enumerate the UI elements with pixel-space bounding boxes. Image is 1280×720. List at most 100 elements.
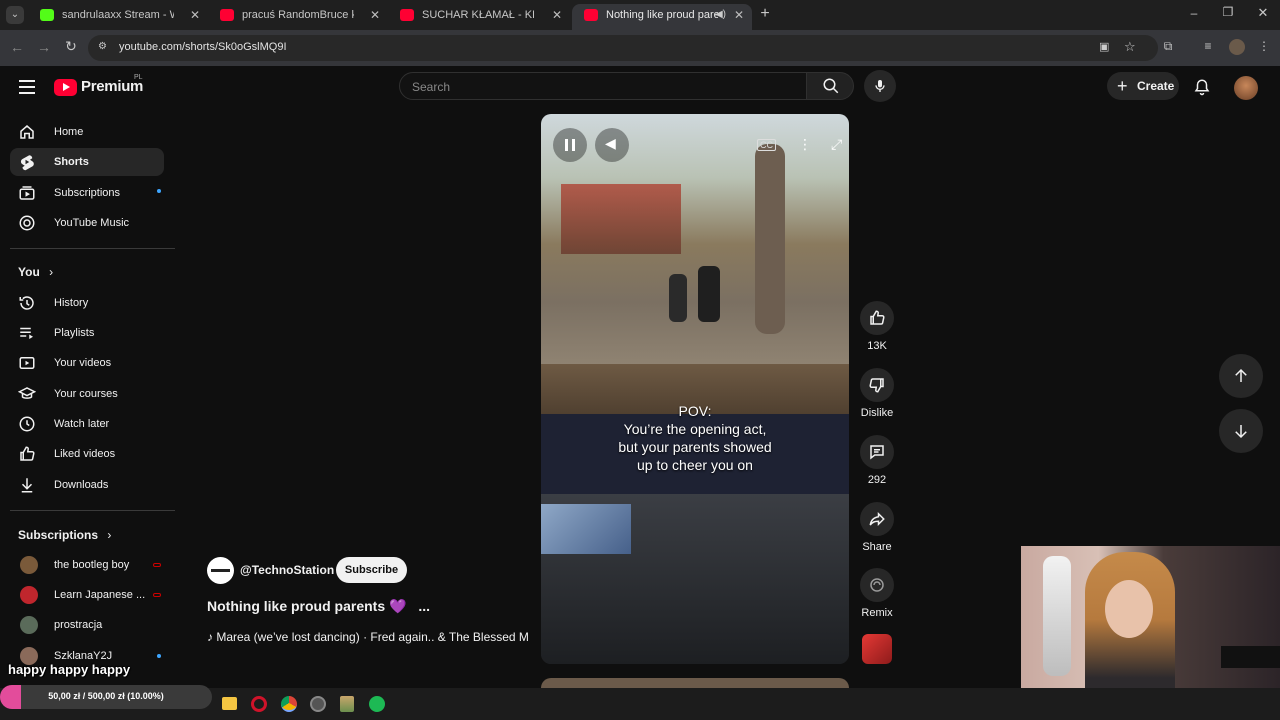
you-section-title[interactable]: You › bbox=[18, 265, 53, 279]
new-content-dot bbox=[157, 654, 161, 658]
browser-tab[interactable]: SUCHAR KŁAMAŁ - KICK PŁACI ZA ✕ bbox=[388, 4, 570, 30]
sidebar-item-home[interactable]: Home bbox=[10, 118, 164, 146]
subscriptions-section-title[interactable]: Subscriptions › bbox=[18, 528, 111, 542]
arrow-up-icon bbox=[1235, 368, 1247, 382]
donation-goal-text: 50,00 zł / 500,00 zł (10.00%) bbox=[48, 691, 164, 701]
captions-icon[interactable]: CC bbox=[757, 139, 776, 151]
sidebar-divider bbox=[10, 248, 175, 249]
share-button[interactable] bbox=[860, 502, 894, 536]
sound-thumbnail[interactable] bbox=[862, 634, 892, 664]
browser-tab-strip: ⌄ sandrulaaxx Stream - Watch Live o ✕ pr… bbox=[0, 0, 1280, 30]
like-button[interactable] bbox=[860, 301, 894, 335]
search-input[interactable]: Search bbox=[399, 72, 807, 100]
live-indicator-icon bbox=[153, 563, 161, 567]
chevron-right-icon: › bbox=[49, 265, 54, 279]
browser-tab[interactable]: sandrulaaxx Stream - Watch Live o ✕ bbox=[28, 4, 208, 30]
music-credit[interactable]: ♪ Marea (we’ve lost dancing) · Fred agai… bbox=[207, 630, 528, 644]
next-short-button[interactable] bbox=[1219, 409, 1263, 453]
youtube-logo[interactable]: Premium PL bbox=[54, 74, 154, 100]
video-scene-building bbox=[561, 184, 681, 254]
thumbs-down-icon bbox=[869, 378, 884, 393]
browser-toolbar: ← → ↻ ⚙ youtube.com/shorts/Sk0oGslMQ9I ▣… bbox=[0, 30, 1280, 66]
webcam-person-face bbox=[1105, 580, 1153, 638]
close-tab-icon[interactable]: ✕ bbox=[552, 4, 562, 26]
previous-short-button[interactable] bbox=[1219, 354, 1263, 398]
dislike-button[interactable] bbox=[860, 368, 894, 402]
comment-icon bbox=[870, 445, 884, 460]
close-tab-icon[interactable]: ✕ bbox=[734, 4, 744, 26]
comments-button[interactable] bbox=[860, 435, 894, 469]
video-scene-screen bbox=[541, 504, 631, 554]
sidebar-item-watch-later[interactable]: Watch later bbox=[10, 410, 164, 438]
close-window-icon[interactable]: ✕ bbox=[1253, 5, 1273, 21]
youtube-play-logo-icon bbox=[54, 79, 77, 96]
url-text[interactable]: youtube.com/shorts/Sk0oGslMQ9I bbox=[119, 41, 287, 53]
reload-icon[interactable]: ↻ bbox=[61, 38, 81, 55]
file-explorer-icon[interactable] bbox=[222, 697, 237, 710]
sidebar-item-downloads[interactable]: Downloads bbox=[10, 471, 164, 499]
remix-button[interactable] bbox=[860, 568, 894, 602]
profile-avatar[interactable] bbox=[1229, 39, 1245, 55]
opera-icon[interactable] bbox=[251, 696, 267, 712]
browser-tab-active[interactable]: Nothing like proud parents ◀) ✕ bbox=[572, 4, 752, 30]
fullscreen-icon[interactable]: ⤢ bbox=[831, 136, 842, 153]
voice-search-button[interactable] bbox=[864, 70, 896, 102]
bookmark-star-icon[interactable]: ☆ bbox=[1124, 39, 1136, 55]
audio-playing-icon[interactable]: ◀) bbox=[715, 4, 726, 26]
pause-icon bbox=[565, 139, 575, 151]
extensions-icon[interactable]: ⧉ bbox=[1158, 39, 1178, 54]
new-tab-icon[interactable]: + bbox=[755, 5, 775, 23]
sidebar-item-your-videos[interactable]: Your videos bbox=[10, 349, 164, 377]
restore-icon[interactable]: ❐ bbox=[1218, 5, 1238, 19]
short-video-player[interactable]: ◀ CC ⋮ ⤢ POV: You’re the opening act, bu… bbox=[541, 114, 849, 664]
more-description-button[interactable]: ... bbox=[418, 598, 430, 614]
create-button[interactable]: + Create bbox=[1107, 72, 1179, 100]
volume-button[interactable]: ◀ bbox=[595, 128, 629, 162]
thumbs-up-icon bbox=[870, 310, 885, 325]
subscription-item[interactable]: Learn Japanese ... bbox=[10, 583, 164, 607]
pause-button[interactable] bbox=[553, 128, 587, 162]
address-bar[interactable]: ⚙ youtube.com/shorts/Sk0oGslMQ9I ▣ ☆ bbox=[88, 35, 1158, 61]
hamburger-menu-icon[interactable] bbox=[19, 80, 35, 94]
spotify-icon[interactable] bbox=[369, 696, 385, 712]
minimize-icon[interactable]: – bbox=[1184, 6, 1204, 20]
sidebar-item-liked-videos[interactable]: Liked videos bbox=[10, 440, 164, 468]
close-tab-icon[interactable]: ✕ bbox=[190, 4, 200, 26]
share-label: Share bbox=[862, 541, 892, 553]
subscription-item[interactable]: the bootleg boy bbox=[10, 553, 164, 577]
sidebar-item-history[interactable]: History bbox=[10, 289, 164, 317]
chrome-icon[interactable] bbox=[281, 696, 297, 712]
channel-avatar[interactable] bbox=[207, 557, 234, 584]
sidebar-item-subscriptions[interactable]: Subscriptions bbox=[10, 179, 164, 207]
close-tab-icon[interactable]: ✕ bbox=[370, 4, 380, 26]
app-icon[interactable] bbox=[340, 696, 354, 712]
short-title[interactable]: Nothing like proud parents 💜 ... bbox=[207, 598, 430, 615]
sidebar-item-your-courses[interactable]: Your courses bbox=[10, 380, 164, 408]
site-info-icon[interactable]: ⚙ bbox=[98, 41, 107, 52]
chevron-right-icon: › bbox=[107, 528, 112, 542]
media-control-icon[interactable]: ≡ bbox=[1198, 39, 1218, 53]
search-button[interactable] bbox=[806, 72, 854, 100]
youtube-header: Premium PL Search + Create bbox=[0, 66, 1280, 110]
back-icon[interactable]: ← bbox=[7, 39, 27, 55]
cast-icon[interactable]: ▣ bbox=[1099, 40, 1109, 53]
browser-menu-icon[interactable]: ⋮ bbox=[1254, 39, 1274, 53]
channel-avatar bbox=[20, 556, 38, 574]
subscribe-button[interactable]: Subscribe bbox=[336, 557, 407, 583]
sidebar-item-shorts[interactable]: Shorts bbox=[10, 148, 164, 176]
sidebar-item-playlists[interactable]: Playlists bbox=[10, 319, 164, 347]
notifications-bell-icon[interactable] bbox=[1193, 78, 1211, 96]
account-avatar[interactable] bbox=[1234, 76, 1258, 100]
subscription-item[interactable]: prostracja bbox=[10, 613, 164, 637]
more-options-icon[interactable]: ⋮ bbox=[798, 136, 812, 153]
channel-name[interactable]: @TechnoStation bbox=[240, 563, 334, 577]
app-icon[interactable] bbox=[310, 696, 326, 712]
search-icon bbox=[823, 78, 839, 94]
sidebar-item-youtube-music[interactable]: YouTube Music bbox=[10, 209, 164, 237]
browser-tab[interactable]: pracuś RandomBruce kończy strea ✕ bbox=[208, 4, 388, 30]
watch-later-icon bbox=[19, 416, 35, 432]
video-scene-person bbox=[669, 274, 687, 322]
forward-icon[interactable]: → bbox=[34, 39, 54, 55]
tab-search-icon[interactable]: ⌄ bbox=[6, 6, 24, 24]
windows-taskbar: 50,00 zł / 500,00 zł (10.00%) bbox=[0, 685, 1280, 720]
